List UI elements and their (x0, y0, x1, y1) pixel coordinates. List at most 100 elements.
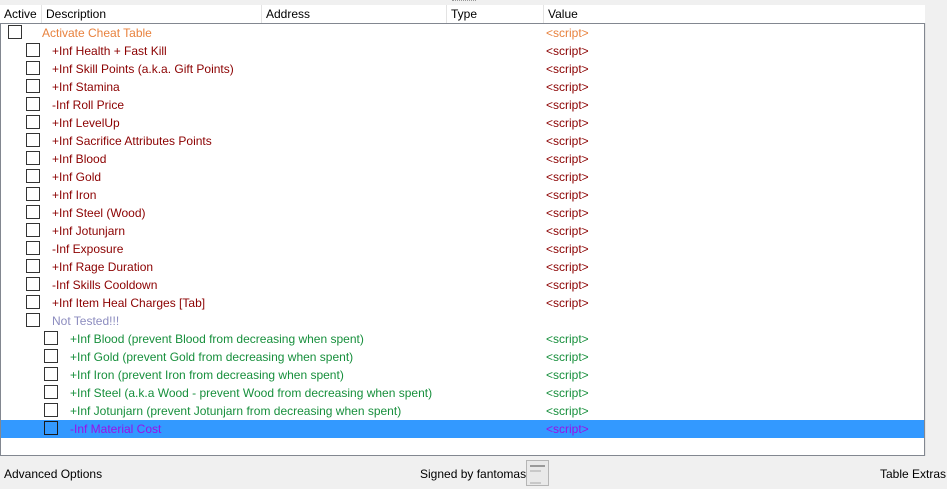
entry-value: <script> (546, 260, 589, 274)
group-header-row[interactable]: Not Tested!!! (1, 312, 924, 330)
entry-description: +Inf Jotunjarn (prevent Jotunjarn from d… (70, 404, 402, 418)
entry-description: +Inf Gold (prevent Gold from decreasing … (70, 350, 354, 364)
column-header-type[interactable]: Type (447, 5, 544, 23)
cheat-entry-row[interactable]: -Inf Exposure <script> (1, 240, 924, 258)
activate-checkbox[interactable] (44, 403, 58, 417)
entry-description: +Inf Skill Points (a.k.a. Gift Points) (52, 62, 234, 76)
entry-value: <script> (546, 98, 589, 112)
cheat-entry-row[interactable]: +Inf Blood <script> (1, 150, 924, 168)
entry-value: <script> (546, 170, 589, 184)
cheat-entry-row[interactable]: +Inf LevelUp <script> (1, 114, 924, 132)
activate-checkbox[interactable] (26, 277, 40, 291)
cheat-entry-row[interactable]: +Inf Sacrifice Attributes Points <script… (1, 132, 924, 150)
cheat-entry-row[interactable]: +Inf Jotunjarn <script> (1, 222, 924, 240)
cheat-entry-row[interactable]: -Inf Skills Cooldown <script> (1, 276, 924, 294)
cheat-table-list[interactable]: Activate Cheat Table <script> +Inf Healt… (0, 23, 925, 456)
cheat-entry-row[interactable]: +Inf Stamina <script> (1, 78, 924, 96)
column-header-active[interactable]: Active (0, 5, 42, 23)
entry-value: <script> (546, 278, 589, 292)
advanced-options-button[interactable]: Advanced Options (4, 467, 102, 481)
cheat-entry-row[interactable]: +Inf Item Heal Charges [Tab] <script> (1, 294, 924, 312)
entry-value: <script> (546, 224, 589, 238)
entry-value: <script> (546, 368, 589, 382)
activate-checkbox[interactable] (26, 43, 40, 57)
activate-checkbox[interactable] (44, 349, 58, 363)
cheat-entry-row[interactable]: +Inf Gold (prevent Gold from decreasing … (1, 348, 924, 366)
activate-checkbox[interactable] (44, 421, 58, 435)
entry-value: <script> (546, 44, 589, 58)
activate-checkbox[interactable] (26, 79, 40, 93)
entry-description: +Inf Blood (prevent Blood from decreasin… (70, 332, 364, 346)
entry-value: <script> (546, 422, 589, 436)
cheat-entry-row[interactable]: +Inf Health + Fast Kill <script> (1, 42, 924, 60)
cheat-entry-row[interactable]: +Inf Iron (prevent Iron from decreasing … (1, 366, 924, 384)
vertical-scrollbar[interactable] (925, 23, 947, 456)
activate-checkbox[interactable] (26, 133, 40, 147)
entry-value: <script> (546, 152, 589, 166)
entry-description: Activate Cheat Table (42, 26, 152, 40)
entry-description: +Inf Stamina (52, 80, 120, 94)
entry-value: <script> (546, 206, 589, 220)
entry-value: <script> (546, 296, 589, 310)
activate-checkbox[interactable] (26, 313, 40, 327)
cheat-entry-row-selected[interactable]: -Inf Material Cost <script> (1, 420, 924, 438)
activate-checkbox[interactable] (26, 169, 40, 183)
entry-value: <script> (546, 386, 589, 400)
column-header-value[interactable]: Value (544, 5, 925, 23)
activate-checkbox[interactable] (26, 205, 40, 219)
column-header-address[interactable]: Address (262, 5, 447, 23)
entry-value: <script> (546, 350, 589, 364)
entry-description: -Inf Roll Price (52, 98, 125, 112)
entry-value: <script> (546, 242, 589, 256)
cheat-entry-row[interactable]: +Inf Rage Duration <script> (1, 258, 924, 276)
status-bar: Advanced Options Signed by fantomas Tabl… (0, 456, 947, 489)
entry-description: +Inf Rage Duration (52, 260, 154, 274)
certificate-icon[interactable] (526, 460, 549, 486)
cheat-entry-row[interactable]: +Inf Gold <script> (1, 168, 924, 186)
signed-by-label: Signed by fantomas (420, 467, 527, 481)
cheat-entry-row[interactable]: Activate Cheat Table <script> (1, 24, 924, 42)
activate-checkbox[interactable] (26, 295, 40, 309)
entry-description: +Inf Blood (52, 152, 107, 166)
entry-description: +Inf Steel (Wood) (52, 206, 146, 220)
activate-checkbox[interactable] (8, 25, 22, 39)
entry-value: <script> (546, 116, 589, 130)
entry-description: Not Tested!!! (52, 314, 120, 328)
column-header-description[interactable]: Description (42, 5, 262, 23)
entry-description: -Inf Skills Cooldown (52, 278, 158, 292)
entry-description: +Inf Steel (a.k.a Wood - prevent Wood fr… (70, 386, 433, 400)
cheat-entry-row[interactable]: +Inf Iron <script> (1, 186, 924, 204)
entry-value: <script> (546, 80, 589, 94)
table-extras-button[interactable]: Table Extras (880, 467, 946, 481)
activate-checkbox[interactable] (26, 241, 40, 255)
activate-checkbox[interactable] (26, 97, 40, 111)
entry-value: <script> (546, 332, 589, 346)
activate-checkbox[interactable] (26, 259, 40, 273)
entry-description: +Inf Gold (52, 170, 102, 184)
entry-description: +Inf Iron (prevent Iron from decreasing … (70, 368, 344, 382)
activate-checkbox[interactable] (26, 223, 40, 237)
activate-checkbox[interactable] (26, 151, 40, 165)
cheat-entry-row[interactable]: +Inf Steel (a.k.a Wood - prevent Wood fr… (1, 384, 924, 402)
column-header: Active Description Address Type Value (0, 5, 925, 24)
entry-description: +Inf Item Heal Charges [Tab] (52, 296, 206, 310)
entry-description: +Inf Jotunjarn (52, 224, 126, 238)
activate-checkbox[interactable] (26, 187, 40, 201)
cheat-entry-row[interactable]: +Inf Skill Points (a.k.a. Gift Points) <… (1, 60, 924, 78)
cheat-entry-row[interactable]: +Inf Jotunjarn (prevent Jotunjarn from d… (1, 402, 924, 420)
cheat-entry-row[interactable]: -Inf Roll Price <script> (1, 96, 924, 114)
activate-checkbox[interactable] (26, 61, 40, 75)
entry-description: +Inf Health + Fast Kill (52, 44, 167, 58)
activate-checkbox[interactable] (44, 367, 58, 381)
cheat-entry-row[interactable]: +Inf Blood (prevent Blood from decreasin… (1, 330, 924, 348)
entry-value: <script> (546, 404, 589, 418)
entry-description: +Inf LevelUp (52, 116, 120, 130)
entry-description: -Inf Exposure (52, 242, 124, 256)
entry-value: <script> (546, 26, 589, 40)
activate-checkbox[interactable] (26, 115, 40, 129)
activate-checkbox[interactable] (44, 331, 58, 345)
entry-description: +Inf Iron (52, 188, 97, 202)
cheat-entry-row[interactable]: +Inf Steel (Wood) <script> (1, 204, 924, 222)
activate-checkbox[interactable] (44, 385, 58, 399)
entry-value: <script> (546, 62, 589, 76)
